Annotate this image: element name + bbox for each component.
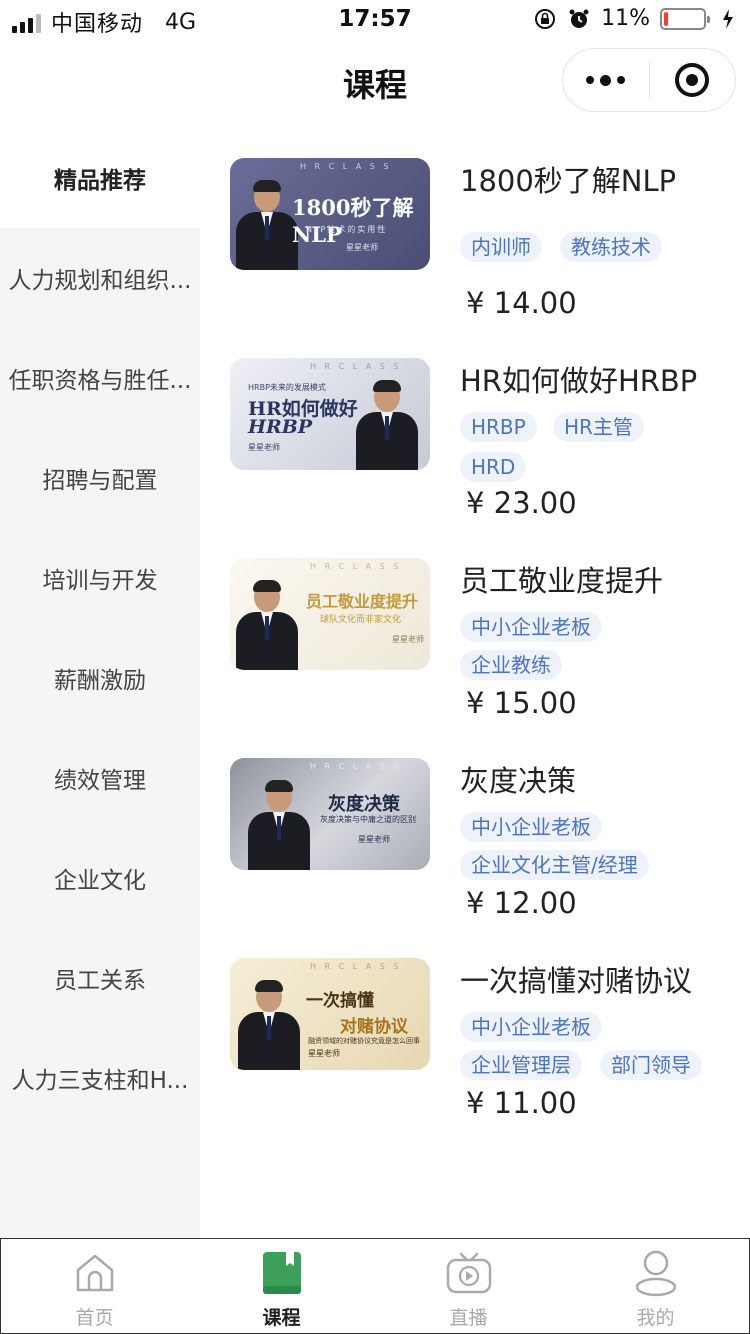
status-bar: 中国移动 4G 17:57 11% <box>0 0 750 42</box>
course-tag: 部门领导 <box>600 1050 702 1080</box>
course-price: ¥ 11.00 <box>466 1086 577 1120</box>
course-tag: 中小企业老板 <box>460 1012 602 1042</box>
sidebar-item-culture[interactable]: 企业文化 <box>0 828 200 928</box>
course-tag: 中小企业老板 <box>460 612 602 642</box>
battery-icon <box>660 7 710 30</box>
home-icon <box>71 1249 119 1297</box>
course-title: HR如何做好HRBP <box>460 364 698 398</box>
user-icon <box>632 1249 680 1297</box>
alarm-icon <box>567 7 591 31</box>
teacher-photo <box>234 978 304 1070</box>
course-tag: HR主管 <box>553 412 644 442</box>
tab-bar: 首页 课程 直播 我的 <box>0 1238 750 1334</box>
more-button[interactable] <box>563 49 649 111</box>
tab-live[interactable]: 直播 <box>375 1239 562 1333</box>
tab-label: 首页 <box>75 1307 114 1329</box>
tab-profile[interactable]: 我的 <box>562 1239 749 1333</box>
book-icon <box>258 1249 306 1297</box>
charging-icon <box>716 7 740 31</box>
teacher-photo <box>232 578 302 670</box>
course-price: ¥ 23.00 <box>466 486 577 520</box>
course-title: 1800秒了解NLP <box>460 164 677 198</box>
course-thumbnail: H R C L A S S 员工敬业度提升 球队文化而非家文化 星星老师 <box>230 558 430 670</box>
course-card[interactable]: H R C L A S S 灰度决策 灰度决策与中庸之道的区别 星星老师 灰度决… <box>230 758 740 958</box>
course-price: ¥ 14.00 <box>466 286 577 320</box>
course-tag: 中小企业老板 <box>460 812 602 842</box>
sidebar-item-recruitment[interactable]: 招聘与配置 <box>0 428 200 528</box>
course-price: ¥ 12.00 <box>466 886 577 920</box>
tab-courses[interactable]: 课程 <box>188 1239 375 1333</box>
teacher-photo <box>352 378 422 470</box>
mini-program-capsule <box>562 48 736 112</box>
sidebar-item-hr-planning[interactable]: 人力规划和组织... <box>0 228 200 328</box>
battery-percent: 11% <box>601 6 650 31</box>
close-button[interactable] <box>650 49 736 111</box>
sidebar-item-performance[interactable]: 绩效管理 <box>0 728 200 828</box>
course-tag: 企业管理层 <box>460 1050 582 1080</box>
rotation-lock-icon <box>533 7 557 31</box>
course-tag: HRD <box>460 452 527 482</box>
sidebar-item-compensation[interactable]: 薪酬激励 <box>0 628 200 728</box>
course-tag: 内训师 <box>460 232 542 262</box>
teacher-photo <box>244 778 314 870</box>
course-thumbnail: H R C L A S S 1800秒了解NLP NLP技术的实用性 星星老师 <box>230 158 430 270</box>
course-thumbnail: H R C L A S S HRBP未来的发展模式 HR如何做好 HRBP 星星… <box>230 358 430 470</box>
tv-icon <box>445 1249 493 1297</box>
tab-label: 我的 <box>636 1307 675 1329</box>
course-card[interactable]: H R C L A S S HRBP未来的发展模式 HR如何做好 HRBP 星星… <box>230 358 740 558</box>
course-thumbnail: H R C L A S S 一次搞懂 对赌协议 融资领域的对赌协议究竟是怎么回事… <box>230 958 430 1070</box>
course-card[interactable]: H R C L A S S 一次搞懂 对赌协议 融资领域的对赌协议究竟是怎么回事… <box>230 958 740 1158</box>
sidebar-item-qualification[interactable]: 任职资格与胜任... <box>0 328 200 428</box>
course-card[interactable]: H R C L A S S 1800秒了解NLP NLP技术的实用性 星星老师 … <box>230 158 740 358</box>
course-price: ¥ 15.00 <box>466 686 577 720</box>
sidebar-item-training[interactable]: 培训与开发 <box>0 528 200 628</box>
course-thumbnail: H R C L A S S 灰度决策 灰度决策与中庸之道的区别 星星老师 <box>230 758 430 870</box>
sidebar-item-featured[interactable]: 精品推荐 <box>0 128 200 228</box>
course-card[interactable]: H R C L A S S 员工敬业度提升 球队文化而非家文化 星星老师 员工敬… <box>230 558 740 758</box>
target-icon <box>675 63 710 97</box>
category-sidebar: 精品推荐 人力规划和组织... 任职资格与胜任... 招聘与配置 培训与开发 薪… <box>0 128 200 1238</box>
sidebar-item-three-pillars[interactable]: 人力三支柱和H... <box>0 1028 200 1128</box>
course-title: 一次搞懂对赌协议 <box>460 964 693 998</box>
tab-home[interactable]: 首页 <box>1 1239 188 1333</box>
tab-label: 直播 <box>449 1307 488 1329</box>
course-tag: 企业教练 <box>460 650 562 680</box>
course-tag: 企业文化主管/经理 <box>460 850 649 880</box>
tab-label: 课程 <box>262 1307 301 1329</box>
course-title: 员工敬业度提升 <box>460 564 664 598</box>
course-tag: HRBP <box>460 412 537 442</box>
course-title: 灰度决策 <box>460 764 577 798</box>
course-tag: 教练技术 <box>560 232 662 262</box>
sidebar-item-employee-relations[interactable]: 员工关系 <box>0 928 200 1028</box>
